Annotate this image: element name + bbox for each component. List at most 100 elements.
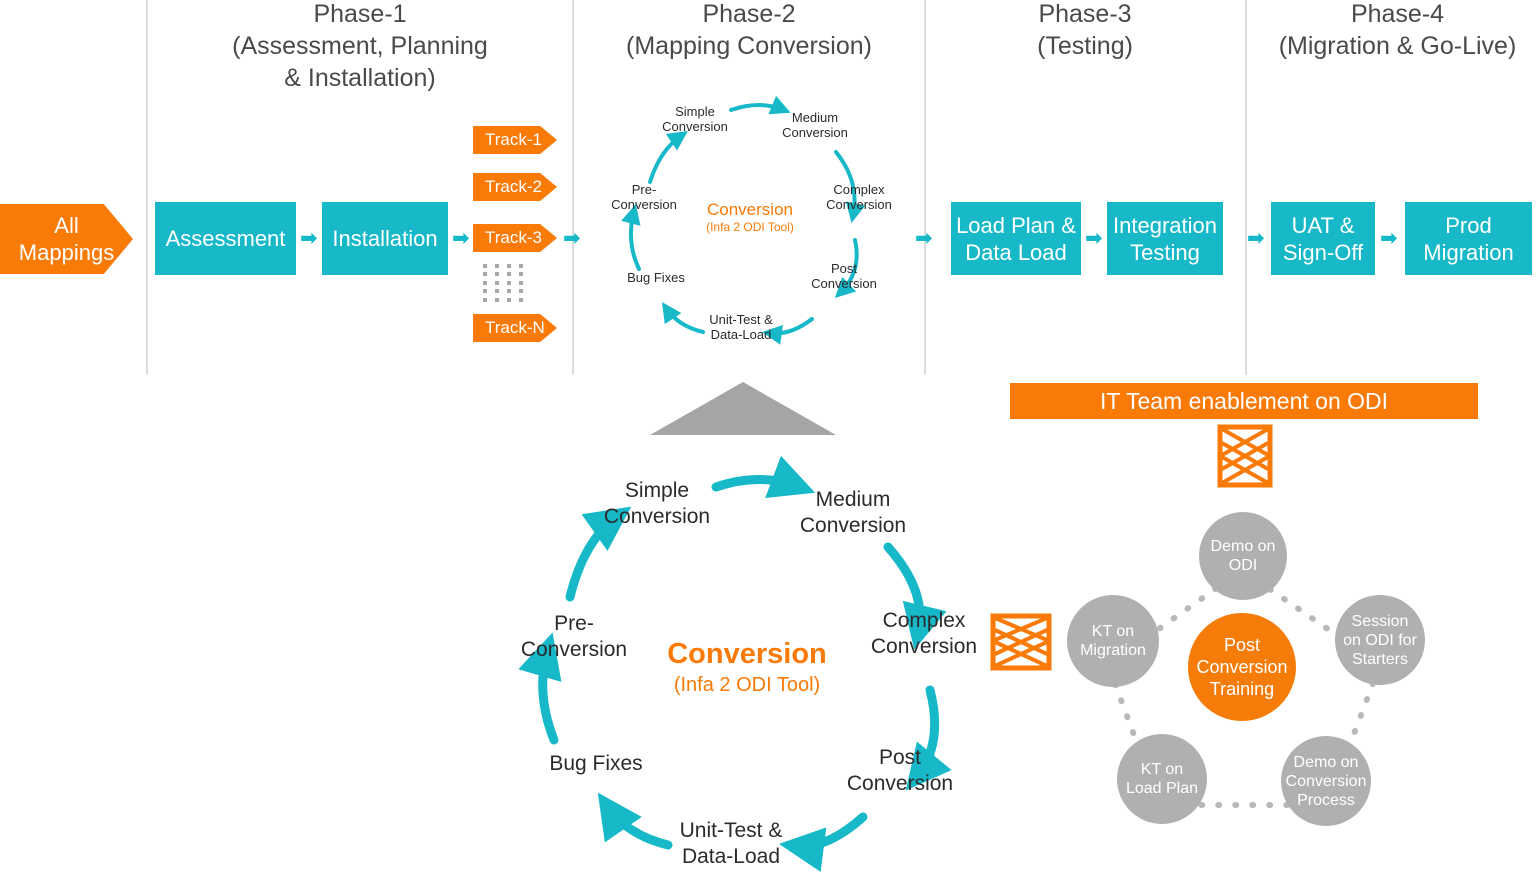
node-line: Medium [791,110,839,125]
small-cycle-node-post: Post Conversion [799,261,889,291]
box-prod-line1: Prod [1445,212,1492,238]
track-label: Track-1 [485,130,542,149]
phase-title-line: Phase-4 [1350,0,1445,28]
node-line: Bug Fixes [549,752,643,775]
small-cycle-node-medium: Medium Conversion [770,110,860,140]
enablement-circle-post-conversion-training[interactable]: Post Conversion Training [1188,613,1296,721]
enablement-circle-session-on-odi[interactable]: Session on ODI for Starters [1335,595,1425,685]
circle-line: Conversion [1285,772,1367,790]
track-label: Track-2 [485,177,542,196]
large-cycle-node-post: Post Conversion [825,745,975,797]
all-mappings-chevron[interactable]: All Mappings [0,204,133,274]
phase-title-line: Phase-2 [702,0,796,28]
node-line: Conversion [782,125,848,140]
connector-arrow-uat-prod: ➡ [1380,227,1398,250]
enablement-circle-kt-load-plan[interactable]: KT on Load Plan [1117,734,1207,824]
box-load-plan-line2: Data Load [965,239,1067,265]
node-line: Conversion [846,772,954,795]
circle-line: Migration [1080,642,1146,659]
small-cycle-node-unittest: Unit-Test & Data-Load [694,312,788,342]
node-line: Unit-Test & [679,819,783,842]
circle-line: Session [1351,612,1409,630]
small-cycle-node-bugfixes: Bug Fixes [608,270,704,285]
box-prod-migration[interactable]: Prod Migration [1405,202,1532,275]
connector-arrow-loadplan-integration: ➡ [1085,227,1103,250]
track-chevron-3[interactable]: Track-3 [473,224,557,252]
phase-title-2: Phase-2 (Mapping Conversion) [585,0,913,62]
it-team-enablement-banner: IT Team enablement on ODI [1010,383,1478,419]
node-line: Simple [675,104,715,119]
node-line: Post [830,261,857,276]
box-installation[interactable]: Installation [322,202,448,275]
enablement-circle-demo-conversion-process[interactable]: Demo on Conversion Process [1281,736,1371,826]
large-cycle-node-unittest: Unit-Test & Data-Load [652,818,810,870]
circle-line: Starters [1351,650,1408,668]
node-line: Conversion [811,276,877,291]
track-chevron-2[interactable]: Track-2 [473,173,557,201]
box-installation-label: Installation [332,226,438,251]
small-cycle-node-complex: Complex Conversion [814,182,904,212]
box-integration-line1: Integration [1113,212,1217,238]
phase-title-1: Phase-1 (Assessment, Planning & Installa… [160,0,560,94]
node-line: Simple [624,479,690,502]
box-integration-testing[interactable]: Integration Testing [1107,202,1223,275]
node-line: Conversion [870,635,978,658]
box-prod-line2: Migration [1423,239,1514,265]
node-line: Bug Fixes [627,270,685,285]
box-uat-signoff[interactable]: UAT & Sign-Off [1271,202,1375,275]
small-cycle-center-subtitle: (Infa 2 ODI Tool) [706,220,794,234]
box-load-plan-line1: Load Plan & [956,212,1076,238]
small-cycle-node-simple: Simple Conversion [650,104,740,134]
track-ellipsis-dots [483,264,531,306]
node-line: Conversion [603,505,711,528]
box-uat-line1: UAT & [1291,212,1355,238]
node-line: Conversion [826,197,892,212]
phase-title-3: Phase-3 (Testing) [935,0,1235,62]
circle-line: Post [1223,635,1260,655]
large-cycle-center-subtitle: (Infa 2 ODI Tool) [673,674,821,696]
phase-title-line: (Migration & Go-Live) [1278,32,1517,60]
large-cycle-node-medium: Medium Conversion [778,487,928,539]
callout-lattice-icon-banner [1217,424,1273,488]
circle-line: Demo on [1210,538,1276,555]
track-chevron-1[interactable]: Track-1 [473,126,557,154]
node-line: Conversion [611,197,677,212]
node-line: Unit-Test & [709,312,773,327]
circle-line: Load Plan [1125,780,1199,797]
phase-title-line: (Assessment, Planning [232,32,488,60]
connector-arrow-phase3-phase4: ➡ [1247,227,1265,250]
callout-lattice-icon-vertical [990,613,1052,671]
node-line: Conversion [520,638,628,661]
circle-line: Conversion [1196,657,1288,677]
box-assessment[interactable]: Assessment [155,202,296,275]
box-integration-line2: Testing [1130,239,1200,265]
large-cycle-node-simple: Simple Conversion [582,478,732,530]
small-cycle-center: Conversion (Infa 2 ODI Tool) [680,200,820,235]
phase-title-line: Phase-1 [313,0,407,28]
phase-title-line: (Mapping Conversion) [626,32,872,60]
small-cycle-center-title: Conversion [707,200,793,219]
phase-divider-2 [572,0,574,375]
it-team-enablement-banner-label: IT Team enablement on ODI [1099,387,1389,414]
node-line: Conversion [799,514,907,537]
connector-arrow-assessment-installation: ➡ [300,227,318,250]
phase-title-line: (Testing) [1037,32,1133,60]
large-cycle-node-complex: Complex Conversion [847,608,1001,660]
all-mappings-line1: All [54,213,79,238]
connector-arrow-tracks-phase2: ➡ [563,227,581,250]
track-label: Track-N [485,318,545,337]
phase-title-line: Phase-3 [1038,0,1132,28]
circle-line: Process [1297,791,1355,809]
zoom-triangle-indicator [650,382,836,435]
enablement-circle-kt-migration[interactable]: KT on Migration [1067,595,1159,687]
circle-line: KT on [1091,623,1135,640]
box-load-plan-data-load[interactable]: Load Plan & Data Load [951,202,1081,275]
enablement-circle-demo-on-odi[interactable]: Demo on ODI [1199,512,1287,600]
circle-line: ODI [1228,557,1258,574]
track-label: Track-3 [485,228,542,247]
phase-divider-1 [146,0,148,375]
phase-divider-3 [924,0,926,375]
track-chevron-n[interactable]: Track-N [473,314,557,342]
node-line: Conversion [662,119,728,134]
box-assessment-label: Assessment [165,226,286,251]
